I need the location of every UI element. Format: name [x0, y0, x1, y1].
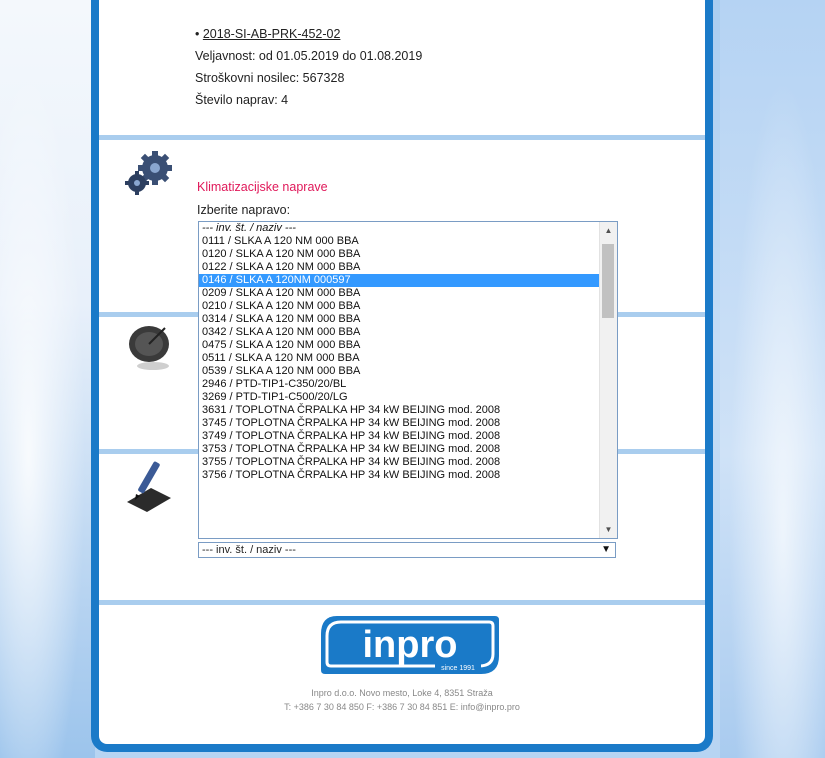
dropdown-arrow-icon[interactable]: ▼: [601, 543, 611, 557]
section-divider: [99, 600, 705, 605]
listbox-option[interactable]: 3745 / TOPLOTNA ČRPALKA HP 34 kW BEIJING…: [199, 417, 617, 430]
dropdown-selected-value: --- inv. št. / naziv ---: [202, 544, 296, 556]
document-info: • 2018-SI-AB-PRK-452-02 Veljavnost: od 0…: [195, 23, 422, 111]
listbox-option[interactable]: 0475 / SLKA A 120 NM 000 BBA: [199, 339, 617, 352]
section-divider: [99, 135, 705, 140]
cost-center-text: Stroškovni nosilec: 567328: [195, 71, 345, 85]
listbox-option[interactable]: 0539 / SLKA A 120 NM 000 BBA: [199, 365, 617, 378]
main-panel: • 2018-SI-AB-PRK-452-02 Veljavnost: od 0…: [91, 0, 713, 752]
logo-tagline: since 1991: [441, 665, 475, 672]
listbox-option[interactable]: 3756 / TOPLOTNA ČRPALKA HP 34 kW BEIJING…: [199, 469, 617, 482]
listbox-option[interactable]: --- inv. št. / naziv ---: [199, 222, 617, 235]
footer-contacts: T: +386 7 30 84 850 F: +386 7 30 84 851 …: [284, 702, 520, 712]
scroll-down-icon[interactable]: ▼: [600, 521, 617, 538]
section-title: Klimatizacijske naprave: [197, 180, 328, 194]
listbox-option[interactable]: 0342 / SLKA A 120 NM 000 BBA: [199, 326, 617, 339]
sky-background-right: [720, 0, 825, 758]
listbox-option[interactable]: 3269 / PTD-TIP1-C500/20/LG: [199, 391, 617, 404]
gears-icon: [125, 151, 172, 195]
sky-background-left: [0, 0, 95, 758]
listbox-option[interactable]: 0122 / SLKA A 120 NM 000 BBA: [199, 261, 617, 274]
listbox-option[interactable]: 0210 / SLKA A 120 NM 000 BBA: [199, 300, 617, 313]
logo-text: inpro: [363, 624, 458, 666]
device-select-dropdown[interactable]: --- inv. št. / naziv --- ▼: [198, 542, 616, 558]
scroll-thumb[interactable]: [602, 244, 614, 318]
listbox-option[interactable]: 2946 / PTD-TIP1-C350/20/BL: [199, 378, 617, 391]
listbox-option[interactable]: 0120 / SLKA A 120 NM 000 BBA: [199, 248, 617, 261]
listbox-option[interactable]: 0314 / SLKA A 120 NM 000 BBA: [199, 313, 617, 326]
inpro-logo: inpro since 1991: [321, 616, 499, 674]
listbox-option[interactable]: 3753 / TOPLOTNA ČRPALKA HP 34 kW BEIJING…: [199, 443, 617, 456]
pen-signature-icon: [127, 461, 171, 512]
listbox-scrollbar[interactable]: ▲ ▼: [599, 222, 617, 538]
device-listbox[interactable]: --- inv. št. / naziv --- 0111 / SLKA A 12…: [198, 221, 618, 539]
listbox-option[interactable]: 0111 / SLKA A 120 NM 000 BBA: [199, 235, 617, 248]
listbox-option[interactable]: 3755 / TOPLOTNA ČRPALKA HP 34 kW BEIJING…: [199, 456, 617, 469]
listbox-option[interactable]: 0511 / SLKA A 120 NM 000 BBA: [199, 352, 617, 365]
listbox-option[interactable]: 0146 / SLKA A 120NM 000597: [199, 274, 617, 287]
listbox-option[interactable]: 0209 / SLKA A 120 NM 000 BBA: [199, 287, 617, 300]
document-code-link[interactable]: 2018-SI-AB-PRK-452-02: [203, 27, 341, 41]
validity-text: Veljavnost: od 01.05.2019 do 01.08.2019: [195, 49, 423, 63]
listbox-option[interactable]: 3631 / TOPLOTNA ČRPALKA HP 34 kW BEIJING…: [199, 404, 617, 417]
listbox-options: --- inv. št. / naziv --- 0111 / SLKA A 12…: [199, 222, 617, 482]
scroll-up-icon[interactable]: ▲: [600, 222, 617, 239]
document-code-row: • 2018-SI-AB-PRK-452-02: [195, 27, 341, 41]
satellite-dish-icon: [129, 326, 169, 370]
listbox-option[interactable]: 3749 / TOPLOTNA ČRPALKA HP 34 kW BEIJING…: [199, 430, 617, 443]
device-count-text: Število naprav: 4: [195, 93, 289, 107]
select-device-label: Izberite napravo:: [197, 203, 291, 217]
footer-address: Inpro d.o.o. Novo mesto, Loke 4, 8351 St…: [311, 688, 493, 698]
